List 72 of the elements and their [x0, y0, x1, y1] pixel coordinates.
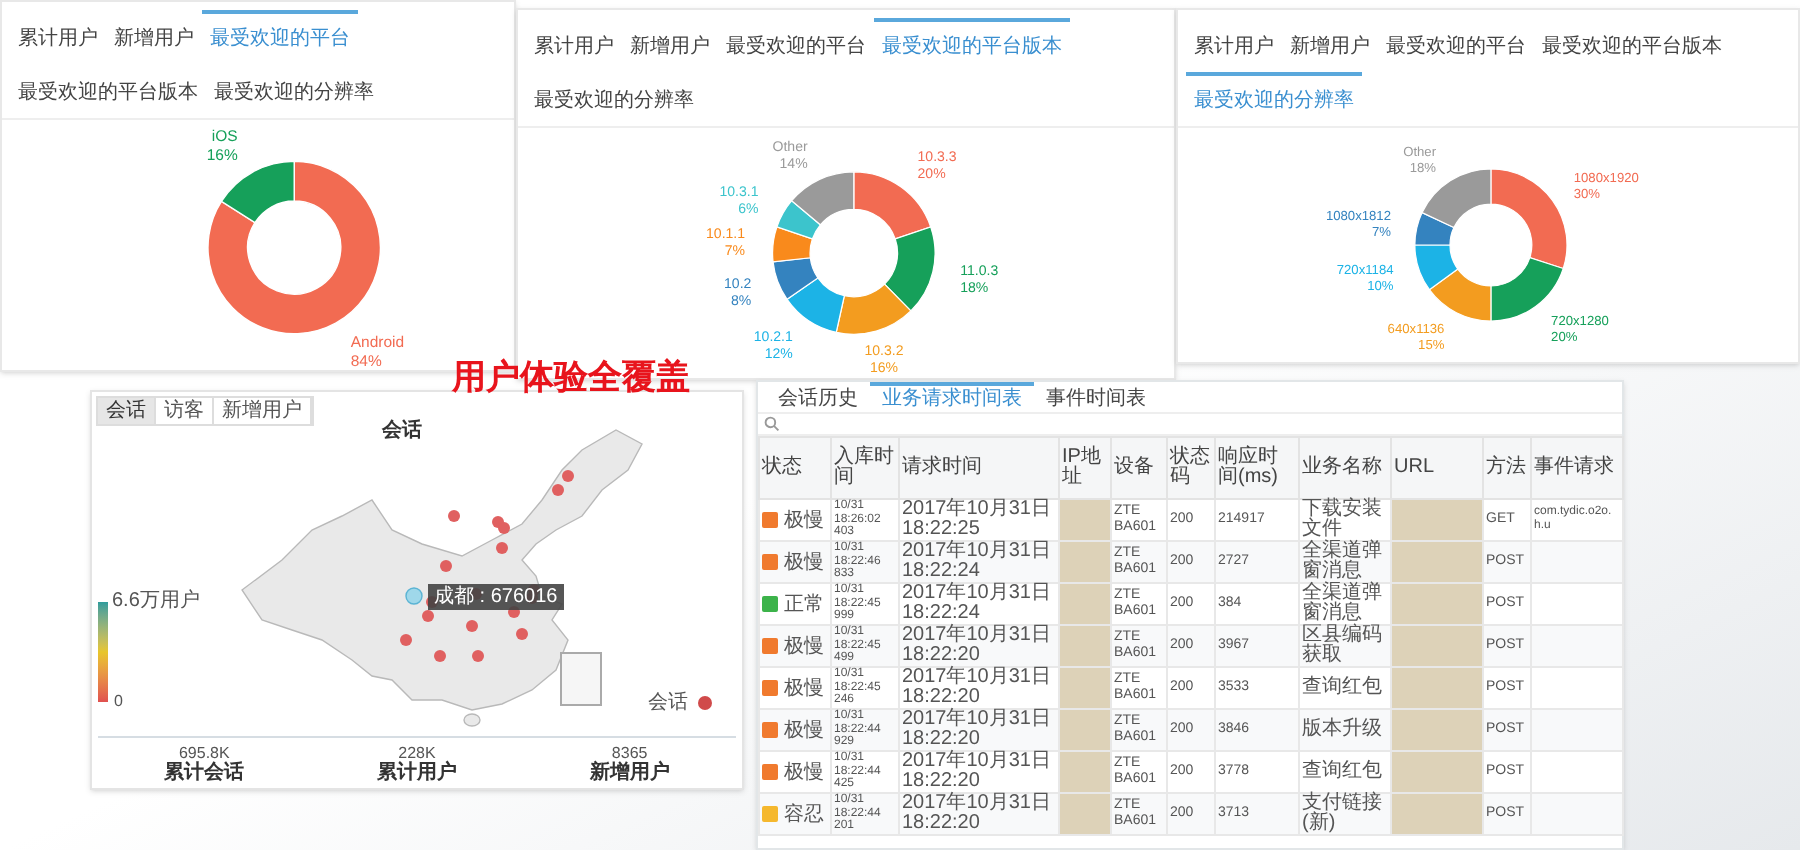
tab[interactable]: 最受欢迎的分辨率	[526, 72, 702, 126]
table-cell-text: 2017年10月31日 18:22:25	[902, 500, 1053, 540]
percent-label: 84%	[350, 351, 382, 370]
tab[interactable]: 会话	[98, 398, 156, 424]
tab[interactable]: 最受欢迎的平台版本	[1534, 18, 1730, 72]
table-cell-text: 2017年10月31日 18:22:24	[902, 542, 1053, 582]
percent-label: 16%	[206, 146, 238, 165]
stat-label: 累计用户	[376, 762, 457, 786]
donut-slice	[786, 277, 845, 333]
tab[interactable]: 累计用户	[1186, 18, 1282, 72]
table-cell-text: 区县编码获取	[1302, 626, 1384, 666]
table-cell-text: 2017年10月31日 18:22:20	[902, 668, 1053, 708]
scale-max-label: 6.6万用户	[112, 590, 200, 612]
map-marker	[434, 650, 446, 662]
stat-value: 8365	[611, 744, 648, 762]
color-scale-bar	[98, 602, 108, 702]
tab[interactable]: 新增用户	[622, 18, 718, 72]
map-marker	[448, 510, 460, 522]
inset-map-icon	[560, 652, 602, 706]
table-cell-text: 查询红包	[1302, 678, 1384, 698]
status-label: 极慢	[784, 677, 824, 699]
donut-slice	[776, 200, 821, 240]
legend-label: 会话	[648, 692, 688, 714]
map-marker	[472, 650, 484, 662]
stat-label: 累计会话	[164, 762, 245, 786]
table-cell-text: 2017年10月31日 18:22:24	[902, 584, 1053, 624]
table-cell-text: 2017年10月31日 18:22:20	[902, 626, 1053, 666]
table-cell-text: 支付链接(新)	[1302, 794, 1384, 834]
table-cell-text: 全渠道弹窗消息	[1302, 542, 1384, 582]
donut-slice	[1414, 244, 1459, 291]
tab[interactable]: 累计用户	[526, 18, 622, 72]
tab[interactable]: 新增用户	[106, 10, 202, 64]
table-cell-text: 2017年10月31日 18:22:20	[902, 710, 1053, 750]
table-cell-text: 2017年10月31日 18:22:20	[902, 752, 1053, 792]
headline: 用户体验全覆盖	[452, 356, 690, 400]
slice-label: Android	[350, 332, 405, 351]
tab[interactable]: 最受欢迎的平台	[718, 18, 874, 72]
status-label: 极慢	[784, 719, 824, 741]
map-title: 会话	[382, 417, 422, 446]
tab[interactable]: 最受欢迎的分辨率	[206, 64, 382, 118]
highlight-marker	[405, 587, 423, 605]
table-cell-text: 2017年10月31日 18:22:20	[902, 794, 1053, 834]
tab[interactable]: 累计用户	[10, 10, 106, 64]
status-label: 极慢	[784, 551, 824, 573]
stat-label: 新增用户	[589, 762, 670, 786]
tab[interactable]: 会话历史	[766, 382, 870, 412]
search-icon[interactable]	[764, 416, 780, 432]
tab[interactable]: 最受欢迎的平台版本	[10, 64, 206, 118]
table-cell-text: 全渠道弹窗消息	[1302, 584, 1384, 624]
status-label: 极慢	[784, 509, 824, 531]
status-label: 容忍	[784, 803, 824, 825]
status-label: 极慢	[784, 635, 824, 657]
stat-value: 695.8K	[178, 744, 230, 762]
stat-value: 228K	[398, 744, 436, 762]
scale-min-label: 0	[114, 692, 123, 710]
tab[interactable]: 业务请求时间表	[870, 382, 1034, 412]
tab[interactable]: 事件时间表	[1034, 382, 1158, 412]
table-cell-text: 版本升级	[1302, 720, 1384, 740]
map-marker	[516, 628, 528, 640]
map-marker	[496, 542, 508, 554]
map-tooltip: 成都 : 676016	[428, 584, 564, 610]
map-marker	[400, 634, 412, 646]
status-label: 极慢	[784, 761, 824, 783]
table-cell-text: 查询红包	[1302, 762, 1384, 782]
status-label: 正常	[784, 593, 824, 615]
tab[interactable]: 最受欢迎的平台	[1378, 18, 1534, 72]
slice-label: iOS	[211, 127, 238, 146]
table-cell-text: 下载安装文件	[1302, 500, 1384, 540]
map-marker	[466, 620, 478, 632]
map-marker	[440, 560, 452, 572]
donut-slice	[772, 257, 819, 300]
tab[interactable]: 新增用户	[1282, 18, 1378, 72]
